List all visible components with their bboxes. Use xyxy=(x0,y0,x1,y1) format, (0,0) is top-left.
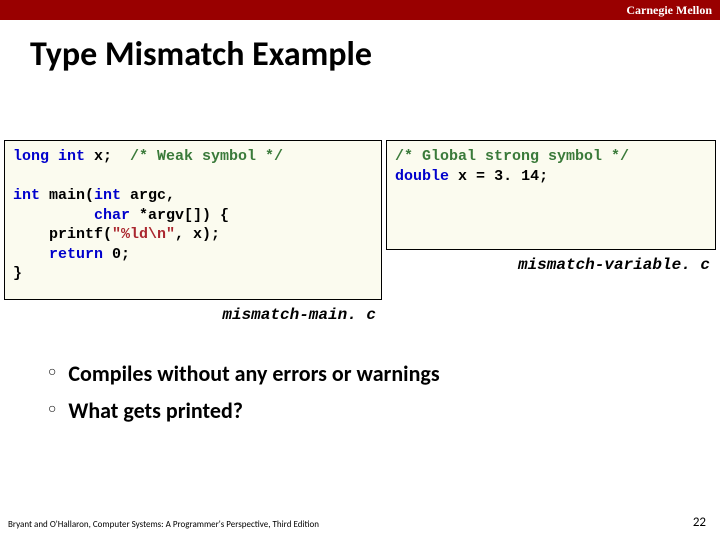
slide-title: Type Mismatch Example xyxy=(30,34,372,75)
footer-citation: Bryant and O'Hallaron, Computer Systems:… xyxy=(8,519,319,530)
filename-left: mismatch-main. c xyxy=(4,306,382,324)
bullet-text: Compiles without any errors or warnings xyxy=(68,360,439,387)
code-box-right: /* Global strong symbol */double x = 3. … xyxy=(386,140,716,250)
bullet-item: ○ What gets printed? xyxy=(48,397,700,424)
filename-right: mismatch-variable. c xyxy=(386,256,716,274)
code-column-right: /* Global strong symbol */double x = 3. … xyxy=(386,140,716,324)
code-box-left: long int x; /* Weak symbol */ int main(i… xyxy=(4,140,382,300)
slide: Carnegie Mellon Type Mismatch Example lo… xyxy=(0,0,720,540)
top-bar xyxy=(0,0,720,20)
code-row: long int x; /* Weak symbol */ int main(i… xyxy=(4,140,716,324)
bullet-marker-icon: ○ xyxy=(48,360,56,386)
bullet-list: ○ Compiles without any errors or warnings… xyxy=(48,360,700,434)
bullet-marker-icon: ○ xyxy=(48,397,56,423)
page-number: 22 xyxy=(693,515,706,530)
code-column-left: long int x; /* Weak symbol */ int main(i… xyxy=(4,140,382,324)
bullet-item: ○ Compiles without any errors or warnings xyxy=(48,360,700,387)
brand-label: Carnegie Mellon xyxy=(626,0,712,20)
bullet-text: What gets printed? xyxy=(68,397,243,424)
